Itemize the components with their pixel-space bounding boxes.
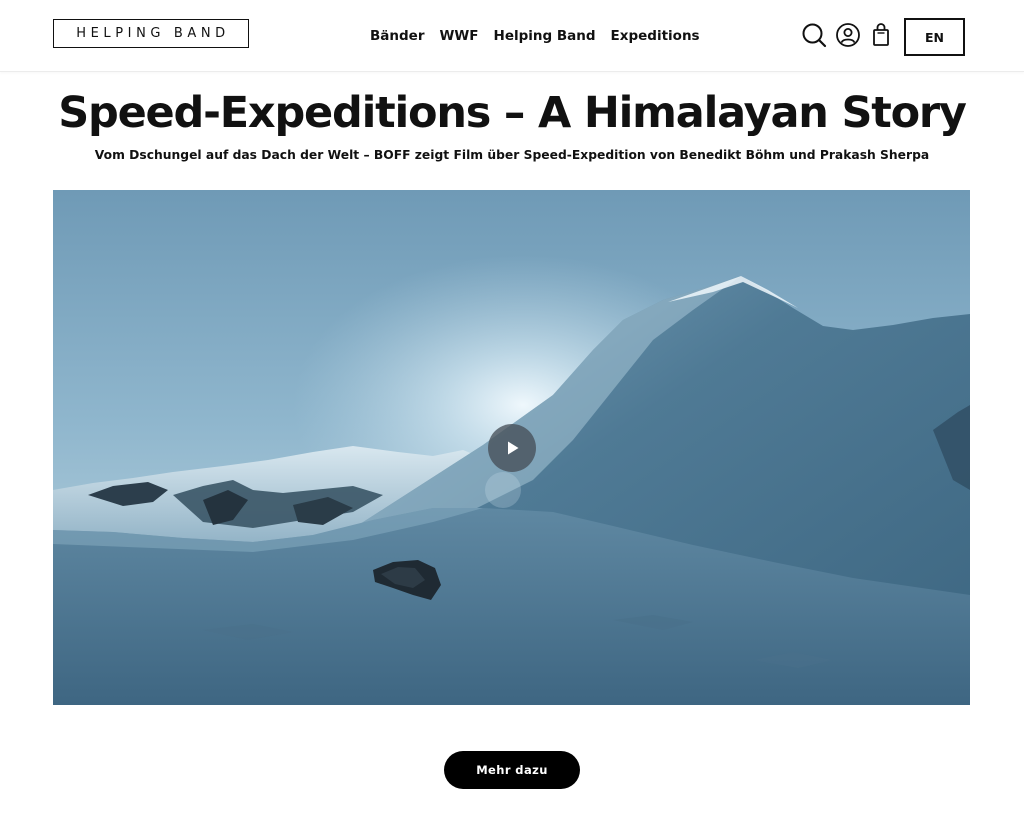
more-info-button[interactable]: Mehr dazu [444, 751, 580, 789]
language-switch-button[interactable]: EN [904, 18, 965, 56]
cart-button[interactable] [868, 22, 894, 48]
search-icon [802, 23, 827, 48]
nav-item-helping-band[interactable]: Helping Band [494, 28, 596, 44]
account-button[interactable] [835, 22, 861, 48]
account-icon [836, 23, 860, 47]
nav-item-expeditions[interactable]: Expeditions [611, 28, 700, 44]
main-nav: Bänder WWF Helping Band Expeditions [370, 26, 700, 46]
shopping-bag-icon [873, 23, 889, 46]
more-info-label: Mehr dazu [476, 763, 548, 777]
page-subtitle: Vom Dschungel auf das Dach der Welt – BO… [94, 148, 930, 162]
page-title: Speed-Expeditions – A Himalayan Story [58, 88, 967, 138]
play-icon [508, 441, 519, 455]
nav-item-wwf[interactable]: WWF [440, 28, 479, 44]
video-player[interactable] [53, 190, 970, 705]
search-button[interactable] [801, 22, 827, 48]
language-label: EN [924, 29, 944, 45]
play-button[interactable] [488, 424, 536, 472]
nav-item-baender[interactable]: Bänder [370, 28, 425, 44]
site-header: HELPING BAND Bänder WWF Helping Band Exp… [0, 0, 1024, 72]
logo-text: HELPING BAND [76, 26, 230, 41]
logo[interactable]: HELPING BAND [53, 19, 249, 48]
